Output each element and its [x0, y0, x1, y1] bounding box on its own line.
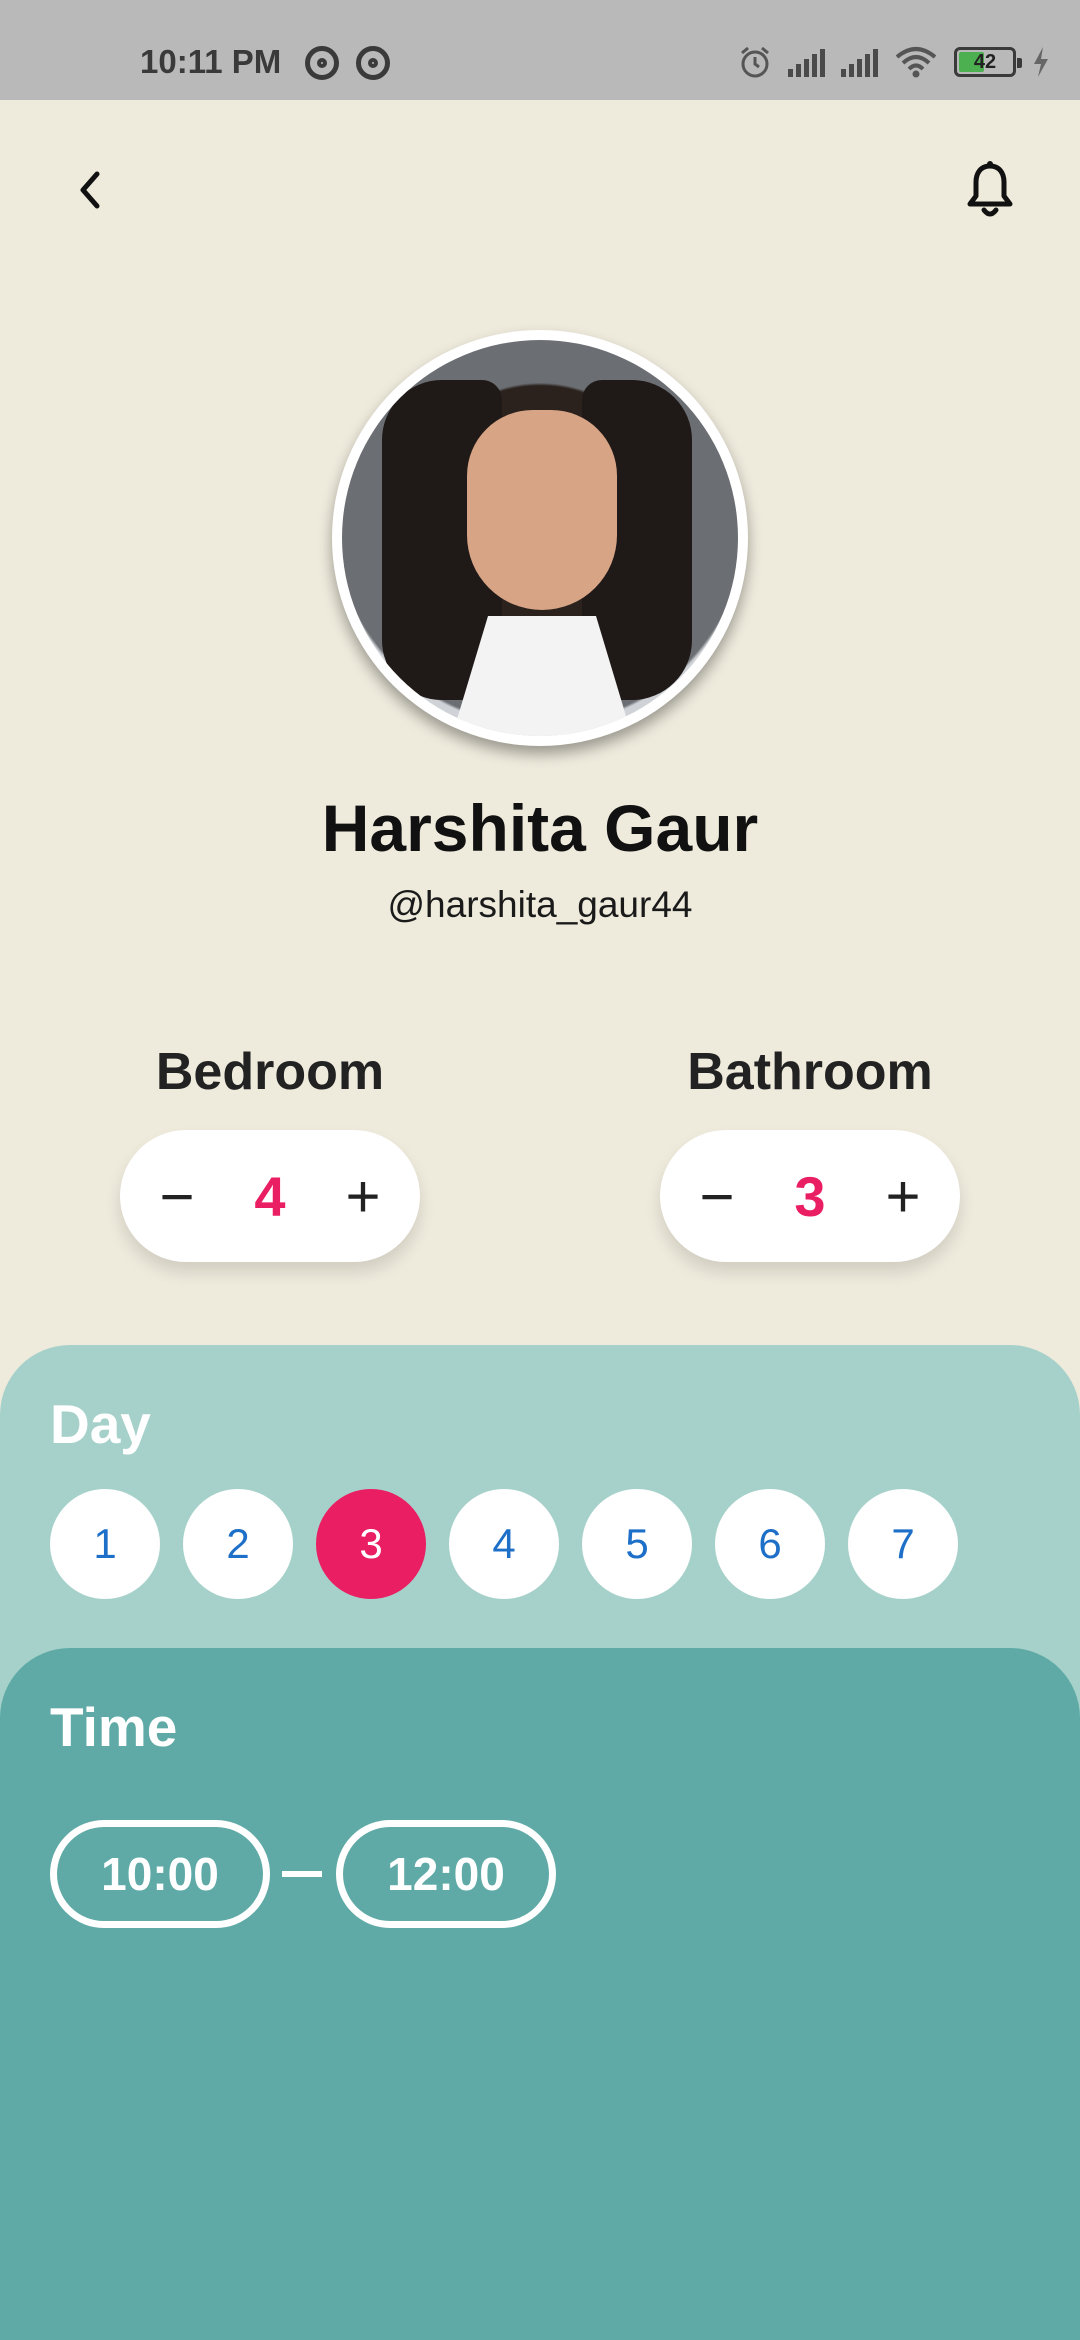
alarm-icon — [741, 46, 769, 78]
sync-icon — [305, 46, 339, 80]
bell-icon — [967, 161, 1013, 217]
bedroom-label: Bedroom — [155, 1043, 385, 1101]
bedroom-count: 4 — [254, 1164, 286, 1228]
day-option-4[interactable]: 4 — [449, 1489, 559, 1599]
bedroom-increment-button[interactable]: + — [318, 1130, 408, 1262]
end-time-button[interactable]: 12:00 — [336, 1820, 556, 1928]
day-option-3[interactable]: 3 — [316, 1489, 426, 1599]
bedroom-decrement-button[interactable]: − — [132, 1130, 222, 1262]
time-range-dash — [282, 1871, 322, 1877]
signal-icon — [841, 47, 878, 77]
profile-handle: @harshita_gaur44 — [387, 884, 693, 925]
signal-icon — [788, 47, 825, 77]
profile-name: Harshita Gaur — [321, 791, 759, 865]
charging-icon — [1034, 47, 1048, 77]
time-title: Time — [50, 1696, 178, 1758]
bathroom-label: Bathroom — [687, 1043, 933, 1101]
chevron-left-icon — [80, 171, 100, 209]
back-button[interactable] — [60, 160, 120, 220]
day-title: Day — [50, 1393, 151, 1455]
status-bar: 10:11 PM 42 — [0, 0, 1080, 100]
day-option-5[interactable]: 5 — [582, 1489, 692, 1599]
bathroom-increment-button[interactable]: + — [858, 1130, 948, 1262]
bedroom-stepper: − 4 + — [120, 1130, 420, 1262]
avatar — [332, 330, 748, 746]
day-option-1[interactable]: 1 — [50, 1489, 160, 1599]
status-icons: 42 — [738, 40, 1050, 84]
wifi-icon — [895, 47, 937, 78]
sync-icon — [356, 46, 390, 80]
status-time: 10:11 PM — [140, 43, 282, 80]
day-option-7[interactable]: 7 — [848, 1489, 958, 1599]
profile-photo — [342, 340, 738, 736]
bathroom-count: 3 — [794, 1164, 826, 1228]
day-option-2[interactable]: 2 — [183, 1489, 293, 1599]
notifications-button[interactable] — [960, 155, 1020, 225]
bathroom-stepper: − 3 + — [660, 1130, 960, 1262]
day-selector: 1 2 3 4 5 6 7 — [50, 1489, 958, 1599]
start-time-button[interactable]: 10:00 — [50, 1820, 270, 1928]
battery-icon: 42 — [954, 47, 1022, 77]
battery-level: 42 — [973, 50, 997, 73]
day-option-6[interactable]: 6 — [715, 1489, 825, 1599]
bathroom-decrement-button[interactable]: − — [672, 1130, 762, 1262]
